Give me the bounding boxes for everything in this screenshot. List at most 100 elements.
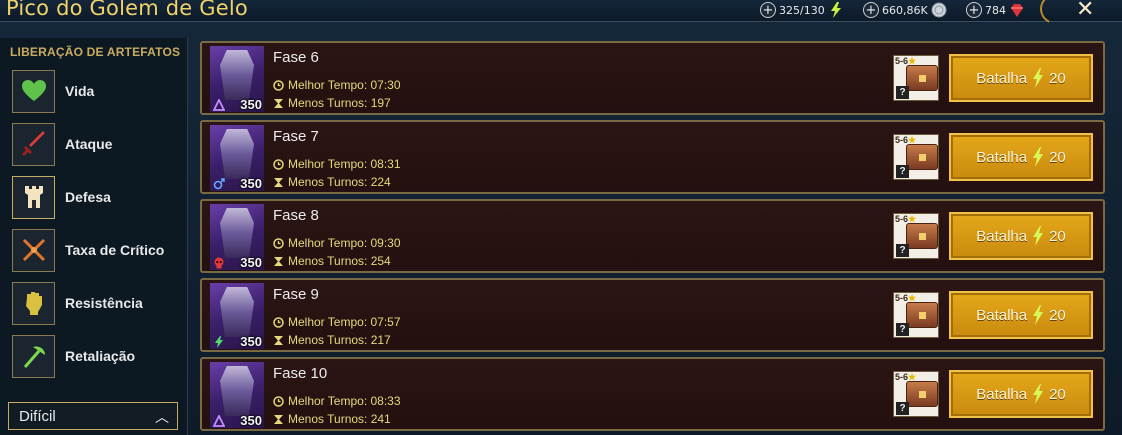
boss-portrait: 350 <box>210 204 264 270</box>
spirit-bolt-icon <box>215 336 223 348</box>
battle-button[interactable]: Batalha 20 <box>949 370 1093 418</box>
add-energy-button[interactable]: + <box>760 2 776 18</box>
fist-icon <box>12 281 55 325</box>
artifact-filter-sidebar: LIBERAÇÃO DE ARTEFATOS Vida Ataque Defes… <box>0 38 188 435</box>
chest-icon <box>906 381 938 407</box>
sidebar-item-vida[interactable]: Vida <box>12 69 182 113</box>
dungeon-title: Pico do Golem de Gelo <box>6 0 248 20</box>
golem-helmet-image <box>220 287 254 337</box>
silver-value: 660,86K <box>882 3 928 17</box>
energy-bolt-icon <box>1033 147 1044 167</box>
hourglass-icon <box>274 98 283 108</box>
best-time: Melhor Tempo: 08:33 <box>273 394 401 408</box>
unknown-reward-icon: ? <box>896 402 909 415</box>
chest-icon <box>906 302 938 328</box>
axe-icon <box>12 334 55 378</box>
reward-chest[interactable]: 5-6★ ? <box>893 292 939 338</box>
energy-resource: + 325/130 <box>760 1 844 19</box>
difficulty-select[interactable]: Difícil ︿ <box>8 402 178 430</box>
sidebar-item-retaliacao[interactable]: Retaliação <box>12 334 182 378</box>
boss-power: 350 <box>240 413 262 428</box>
stage-name: Fase 8 <box>273 207 319 224</box>
stage-list[interactable]: 350 Fase 6 Melhor Tempo: 07:30 Menos Tur… <box>200 22 1110 435</box>
reward-chest[interactable]: 5-6★ ? <box>893 371 939 417</box>
gem-value: 784 <box>985 3 1006 17</box>
sidebar-item-ataque[interactable]: Ataque <box>12 122 182 166</box>
gem-resource: + 784 <box>966 1 1025 19</box>
stage-row: 350 Fase 7 Melhor Tempo: 08:31 Menos Tur… <box>200 120 1105 194</box>
chest-icon <box>906 65 938 91</box>
sidebar-item-taxa-de-critico[interactable]: Taxa de Crítico <box>12 228 182 272</box>
silver-coin-icon <box>931 2 947 18</box>
clock-icon <box>273 79 284 91</box>
add-gems-button[interactable]: + <box>966 2 982 18</box>
reward-chest[interactable]: 5-6★ ? <box>893 134 939 180</box>
sidebar-item-label: Defesa <box>65 189 111 205</box>
stage-row: 350 Fase 6 Melhor Tempo: 07:30 Menos Tur… <box>200 41 1105 115</box>
energy-bolt-icon <box>1033 305 1044 325</box>
gem-icon <box>1011 4 1023 17</box>
crossed-swords-icon <box>12 228 55 272</box>
force-affinity-icon <box>213 178 225 190</box>
energy-bolt-icon <box>1033 384 1044 404</box>
reward-chest[interactable]: 5-6★ ? <box>893 213 939 259</box>
heart-icon <box>12 69 55 113</box>
void-skull-icon <box>214 257 224 269</box>
boss-power: 350 <box>240 176 262 191</box>
sidebar-item-resistencia[interactable]: Resistência <box>12 281 182 325</box>
stage-row: 350 Fase 10 Melhor Tempo: 08:33 Menos Tu… <box>200 357 1105 431</box>
best-time: Melhor Tempo: 07:30 <box>273 78 401 92</box>
sidebar-item-label: Resistência <box>65 295 143 311</box>
close-button[interactable]: ✕ <box>1076 0 1094 22</box>
reward-chest[interactable]: 5-6★ ? <box>893 55 939 101</box>
stage-name: Fase 9 <box>273 286 319 303</box>
energy-value: 325/130 <box>779 3 825 17</box>
fewest-turns: Menos Turnos: 241 <box>273 412 391 426</box>
chevron-up-icon: ︿ <box>155 409 169 425</box>
fewest-turns: Menos Turnos: 217 <box>273 333 391 347</box>
battle-button[interactable]: Batalha 20 <box>949 54 1093 102</box>
battle-button[interactable]: Batalha 20 <box>949 212 1093 260</box>
sidebar-item-label: Ataque <box>65 136 113 152</box>
unknown-reward-icon: ? <box>896 323 909 336</box>
stage-name: Fase 6 <box>273 49 319 66</box>
chest-icon <box>906 144 938 170</box>
golem-helmet-image <box>220 366 254 416</box>
best-time: Melhor Tempo: 07:57 <box>273 315 401 329</box>
chest-icon <box>906 223 938 249</box>
magic-affinity-icon <box>213 99 225 111</box>
unknown-reward-icon: ? <box>896 165 909 178</box>
clock-icon <box>273 395 284 407</box>
clock-icon <box>273 237 284 249</box>
difficulty-value: Difícil <box>19 407 56 425</box>
fewest-turns: Menos Turnos: 224 <box>273 175 391 189</box>
best-time: Melhor Tempo: 08:31 <box>273 157 401 171</box>
stage-name: Fase 10 <box>273 365 328 382</box>
stage-select-screen: Pico do Golem de Gelo + 325/130 + 660,86… <box>0 0 1122 435</box>
clock-icon <box>273 158 284 170</box>
sidebar-item-defesa[interactable]: Defesa <box>12 175 182 219</box>
battle-button[interactable]: Batalha 20 <box>949 291 1093 339</box>
boss-portrait: 350 <box>210 362 264 428</box>
sidebar-heading: LIBERAÇÃO DE ARTEFATOS <box>10 45 181 59</box>
stage-row: 350 Fase 8 Melhor Tempo: 09:30 Menos Tur… <box>200 199 1105 273</box>
unknown-reward-icon: ? <box>896 244 909 257</box>
sidebar-item-label: Taxa de Crítico <box>65 242 165 258</box>
energy-bolt-icon <box>1033 68 1044 88</box>
golem-helmet-image <box>220 129 254 179</box>
boss-power: 350 <box>240 255 262 270</box>
add-silver-button[interactable]: + <box>863 2 879 18</box>
boss-power: 350 <box>240 97 262 112</box>
golem-helmet-image <box>220 50 254 100</box>
tower-icon <box>12 175 55 219</box>
boss-portrait: 350 <box>210 125 264 191</box>
top-bar: Pico do Golem de Gelo + 325/130 + 660,86… <box>0 0 1122 29</box>
best-time: Melhor Tempo: 09:30 <box>273 236 401 250</box>
fewest-turns: Menos Turnos: 254 <box>273 254 391 268</box>
boss-portrait: 350 <box>210 46 264 112</box>
boss-power: 350 <box>240 334 262 349</box>
battle-button[interactable]: Batalha 20 <box>949 133 1093 181</box>
hourglass-icon <box>274 335 283 345</box>
hourglass-icon <box>274 414 283 424</box>
stage-name: Fase 7 <box>273 128 319 145</box>
